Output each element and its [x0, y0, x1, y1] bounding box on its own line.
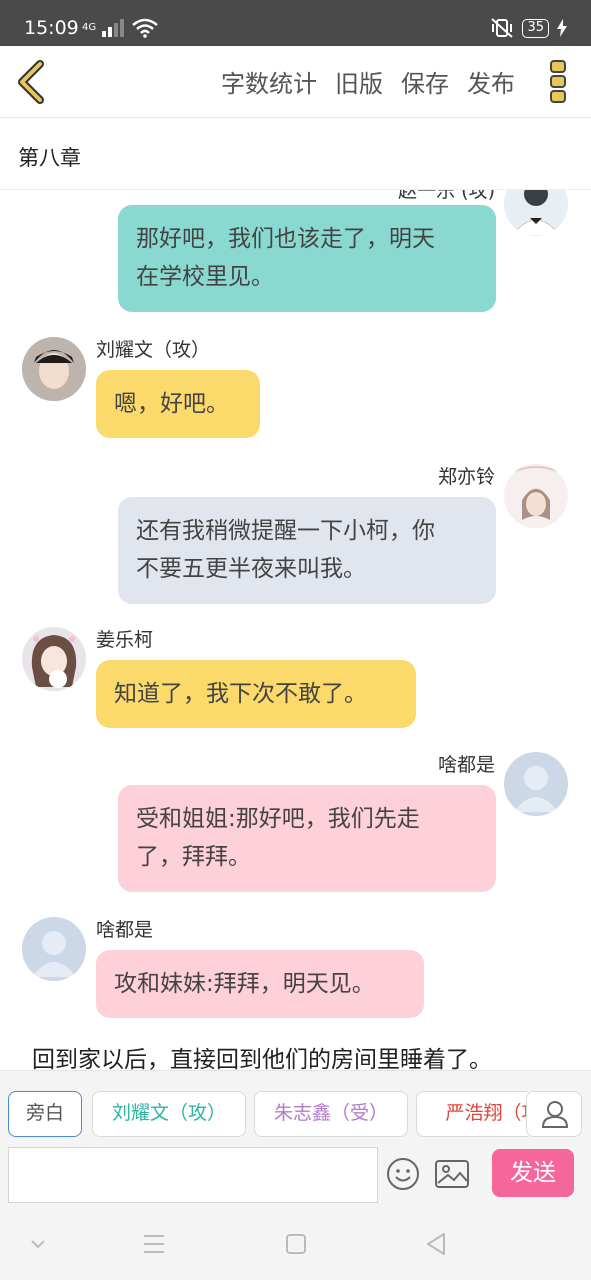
collapse-chevron-icon[interactable] [24, 1230, 52, 1258]
chapter-title[interactable]: 第八章 [18, 142, 81, 172]
role-tab-character[interactable]: 严浩翔（攻 [416, 1091, 528, 1137]
message-bubble: 嗯，好吧。 [96, 370, 260, 438]
message-sender-name: 啥都是 [437, 754, 495, 776]
message-sender-name: 郑亦铃 [437, 466, 495, 488]
message-text-line: 那好吧，我们也该走了，明天 [136, 226, 435, 252]
avatar-photo-icon[interactable] [504, 464, 568, 528]
message-text-line: 不要五更半夜来叫我。 [136, 556, 366, 582]
message-bubble: 知道了，我下次不敢了。 [96, 660, 416, 728]
input-panel: 旁白 刘耀文（攻） 朱志鑫（受） 严浩翔（攻 发送 [0, 1070, 591, 1208]
narration-text[interactable]: 回到家以后，直接回到他们的房间里睡着了。 [32, 1040, 492, 1070]
message-text-line: 了，拜拜。 [136, 844, 251, 870]
role-manage-button[interactable] [526, 1091, 582, 1137]
role-tab-character[interactable]: 朱志鑫（受） [254, 1091, 408, 1137]
default-avatar-icon[interactable] [504, 752, 568, 816]
message-sender-name: 赵一乐 (攻) [398, 190, 495, 202]
role-tabs: 旁白 刘耀文（攻） 朱志鑫（受） 严浩翔（攻 [8, 1091, 528, 1141]
chat-message[interactable]: 郑亦铃 还有我稍微提醒一下小柯，你 不要五更半夜来叫我。 [0, 462, 591, 607]
chat-message[interactable]: 赵一乐 (攻) 那好吧，我们也该走了，明天 在学校里见。 [0, 190, 591, 315]
message-text-line: 在学校里见。 [136, 264, 274, 290]
chat-message[interactable]: 刘耀文（攻） 嗯，好吧。 [0, 335, 591, 440]
word-count-button[interactable]: 字数统计 [221, 64, 317, 99]
wifi-icon [132, 18, 158, 38]
role-tab-character[interactable]: 刘耀文（攻） [92, 1091, 246, 1137]
editor-toolbar: 字数统计 旧版 保存 发布 [0, 46, 591, 118]
message-bubble: 还有我稍微提醒一下小柯，你 不要五更半夜来叫我。 [118, 497, 496, 604]
publish-button[interactable]: 发布 [467, 64, 515, 99]
system-nav-bar [0, 1208, 591, 1280]
menu-icon[interactable] [140, 1230, 168, 1258]
emoji-icon[interactable] [386, 1157, 420, 1191]
message-input[interactable] [8, 1147, 378, 1203]
battery-level: 35 [522, 18, 549, 38]
message-text-line: 知道了，我下次不敢了。 [114, 681, 367, 707]
status-left-icons: 4G [82, 18, 158, 38]
chat-message[interactable]: 啥都是 受和姐姐:那好吧，我们先走 了，拜拜。 [0, 750, 591, 895]
back-chevron-icon[interactable] [12, 58, 56, 106]
status-right-icons: 35 [490, 18, 567, 38]
toolbar-actions: 字数统计 旧版 保存 发布 [221, 64, 515, 99]
avatar-photo-icon[interactable] [22, 337, 86, 401]
chat-message[interactable]: 姜乐柯 知道了，我下次不敢了。 [0, 625, 591, 730]
avatar-photo-icon[interactable] [22, 627, 86, 691]
default-avatar-icon[interactable] [22, 917, 86, 981]
chat-area[interactable]: 赵一乐 (攻) 那好吧，我们也该走了，明天 在学校里见。 刘耀文（攻） 嗯，好吧… [0, 190, 591, 1070]
vibrate-mute-icon [491, 18, 514, 38]
message-bubble: 那好吧，我们也该走了，明天 在学校里见。 [118, 205, 496, 312]
message-text-line: 受和姐姐:那好吧，我们先走 [136, 806, 420, 832]
home-icon[interactable] [282, 1230, 310, 1258]
message-bubble: 攻和妹妹:拜拜，明天见。 [96, 950, 424, 1018]
message-text-line: 还有我稍微提醒一下小柯，你 [136, 518, 435, 544]
message-bubble: 受和姐姐:那好吧，我们先走 了，拜拜。 [118, 785, 496, 892]
chat-message[interactable]: 啥都是 攻和妹妹:拜拜，明天见。 [0, 915, 591, 1020]
status-bar: 15:09 4G 35 [0, 0, 591, 46]
message-text-line: 嗯，好吧。 [114, 391, 229, 417]
message-sender-name: 姜乐柯 [96, 629, 154, 651]
network-type: 4G [82, 22, 97, 33]
image-icon[interactable] [434, 1157, 470, 1191]
signal-icon [102, 19, 125, 37]
message-sender-name: 啥都是 [96, 919, 154, 941]
avatar-photo-icon[interactable] [504, 190, 568, 236]
send-button[interactable]: 发送 [492, 1149, 574, 1197]
charging-icon [557, 19, 567, 37]
role-tab-narrator[interactable]: 旁白 [8, 1091, 82, 1137]
person-icon [541, 1101, 569, 1128]
message-sender-name: 刘耀文（攻） [96, 339, 211, 361]
save-button[interactable]: 保存 [401, 64, 449, 99]
chapter-bar: 第八章 [0, 118, 591, 190]
more-menu-icon[interactable] [548, 58, 570, 106]
old-version-button[interactable]: 旧版 [335, 64, 383, 99]
status-time: 15:09 [24, 17, 79, 39]
message-text-line: 攻和妹妹:拜拜，明天见。 [114, 971, 375, 997]
back-icon[interactable] [422, 1230, 450, 1258]
